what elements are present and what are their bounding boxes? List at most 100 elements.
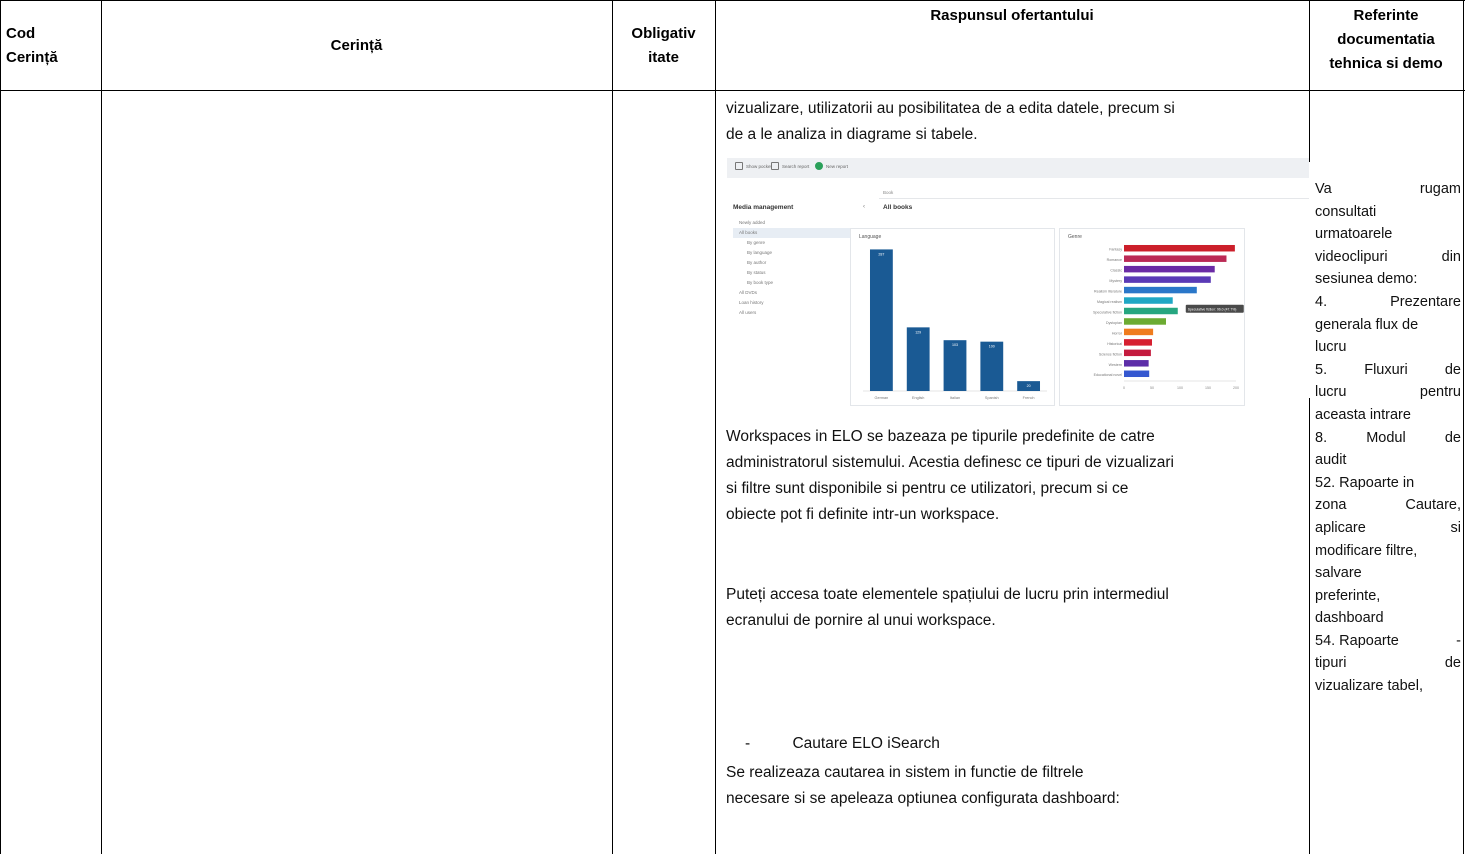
data-label: 20 <box>1027 384 1031 388</box>
table-right-border <box>1463 0 1464 854</box>
search-paragraph: Se realizeaza cautarea in sistem in func… <box>726 764 1120 807</box>
reference-word: dashboard <box>1315 610 1384 627</box>
intro-paragraph: vizualizare, utilizatorii au posibilitat… <box>726 100 1175 143</box>
bar <box>1124 286 1197 294</box>
header-cod: Cod Cerință <box>6 25 58 66</box>
reference-word: preferinte, <box>1315 587 1381 604</box>
bar <box>943 340 967 391</box>
reference-line: consultati <box>1315 201 1461 224</box>
new-report-button: New report <box>815 162 848 170</box>
access-paragraph: Puteți accesa toate elementele spațiului… <box>726 586 1169 629</box>
tick-label: Fantasy <box>1109 248 1122 252</box>
reference-word: de <box>1444 655 1461 672</box>
tick-label: Mystery <box>1109 279 1122 283</box>
show-pocket-button: Show pocket <box>735 162 772 170</box>
data-label: 287 <box>878 252 884 256</box>
search-report-button: Search report <box>771 162 809 170</box>
reference-line: 5. Fluxuri de <box>1315 359 1461 382</box>
reference-word: Fluxuri <box>1364 361 1408 378</box>
header-obligativitate: Obligativ itate <box>631 25 696 66</box>
chevron-left-icon: ‹ <box>863 204 865 210</box>
tick-label: Spanish <box>985 396 999 400</box>
tick-label: Classic <box>1110 269 1122 273</box>
workspaces-paragraph: Workspaces in ELO se bazeaza pe tipurile… <box>726 428 1174 523</box>
breadcrumb: Book <box>883 190 894 195</box>
bar <box>1124 349 1151 357</box>
tick-label: Italian <box>950 396 960 400</box>
reference-word: de <box>1444 429 1461 446</box>
references-column: Va rugam consultati urmatoarele videoclipuri… <box>1315 178 1461 698</box>
reference-word: Cautare, <box>1405 497 1461 514</box>
tick-label: Horror <box>1112 331 1123 335</box>
tick-label: Speculative fiction <box>1093 310 1122 314</box>
reference-word: 5. <box>1315 361 1328 378</box>
reference-word: de <box>1444 361 1461 378</box>
reference-word: - <box>1456 632 1461 649</box>
bullet-text: Cautare ELO iSearch <box>792 735 940 752</box>
reference-word: din <box>1441 248 1461 265</box>
bullet-item: - Cautare ELO iSearch <box>745 735 940 753</box>
tick-label: English <box>912 396 924 400</box>
title-divider <box>879 198 1309 199</box>
header-row-border <box>0 90 1465 91</box>
sidebar-item: Newly added <box>739 220 766 225</box>
reference-word: videoclipuri <box>1315 248 1388 265</box>
reference-line: videoclipuri din <box>1315 246 1461 269</box>
tick-label: Historical <box>1107 342 1122 346</box>
genre-chart: Fantasy Romance Classic Mystery Realism lite… <box>1093 244 1244 390</box>
reference-line: preferinte, <box>1315 585 1461 608</box>
reference-word: si <box>1450 519 1461 536</box>
data-label: 103 <box>952 343 958 347</box>
table-left-border <box>0 0 1 854</box>
reference-line: lucru pentru <box>1315 381 1461 404</box>
embedded-screenshot: Show pocket Search report New report Med… <box>727 158 1309 408</box>
bar <box>980 341 1004 391</box>
bar <box>1124 265 1215 273</box>
bullet-dash: - <box>745 735 751 752</box>
header-referinte: Referinte documentatia tehnica si demo <box>1329 7 1443 72</box>
reference-word: urmatoarele <box>1315 226 1393 243</box>
tick-label: 150 <box>1205 386 1211 390</box>
tick-label: 100 <box>1177 386 1183 390</box>
reference-line: zona Cautare, <box>1315 494 1461 517</box>
reference-line: 52. Rapoarte in <box>1315 472 1461 495</box>
reference-line: aplicare si <box>1315 517 1461 540</box>
pocket-icon <box>735 162 743 170</box>
reference-line: sesiunea demo: <box>1315 268 1461 291</box>
reference-line: Va rugam <box>1315 178 1461 201</box>
reference-word: consultati <box>1315 203 1377 220</box>
sidebar-title: Media management <box>733 204 794 211</box>
reference-word: 8. <box>1315 429 1328 446</box>
tick-label: 200 <box>1233 386 1239 390</box>
bar <box>1124 276 1211 283</box>
reference-word: Prezentare <box>1390 293 1461 310</box>
tick-label: Romance <box>1107 258 1122 262</box>
reference-word: rugam <box>1419 181 1461 197</box>
bar <box>1124 339 1152 346</box>
reference-word: salvare <box>1315 565 1362 582</box>
bar <box>1124 318 1166 325</box>
reference-word: aceasta intrare <box>1315 406 1411 423</box>
bar <box>1124 328 1154 336</box>
header-raspuns: Raspunsul ofertantului <box>930 7 1094 24</box>
reference-word: lucru <box>1315 339 1347 356</box>
reference-line: modificare filtre, <box>1315 540 1461 563</box>
reference-line: vizualizare tabel, <box>1315 675 1461 698</box>
reference-word: 54. Rapoarte <box>1315 632 1399 649</box>
reference-line: audit <box>1315 449 1461 472</box>
tick-label: 50 <box>1150 386 1154 390</box>
data-label: 100 <box>989 345 995 349</box>
reference-word: lucru <box>1315 384 1347 401</box>
reference-word: zona <box>1315 497 1347 514</box>
reference-line: lucru <box>1315 336 1461 359</box>
reference-line: aceasta intrare <box>1315 404 1461 427</box>
reference-word: Modul <box>1366 429 1406 446</box>
reference-word: modificare filtre, <box>1315 542 1418 559</box>
tick-label: 0 <box>1123 386 1125 390</box>
screenshot-toolbar: Show pocket Search report New report <box>727 158 1309 178</box>
col-divider-3 <box>715 0 716 854</box>
reference-line: generala flux de <box>1315 314 1461 337</box>
reference-word: generala flux de <box>1315 316 1419 333</box>
bar <box>1124 255 1227 262</box>
report-icon <box>771 162 779 170</box>
